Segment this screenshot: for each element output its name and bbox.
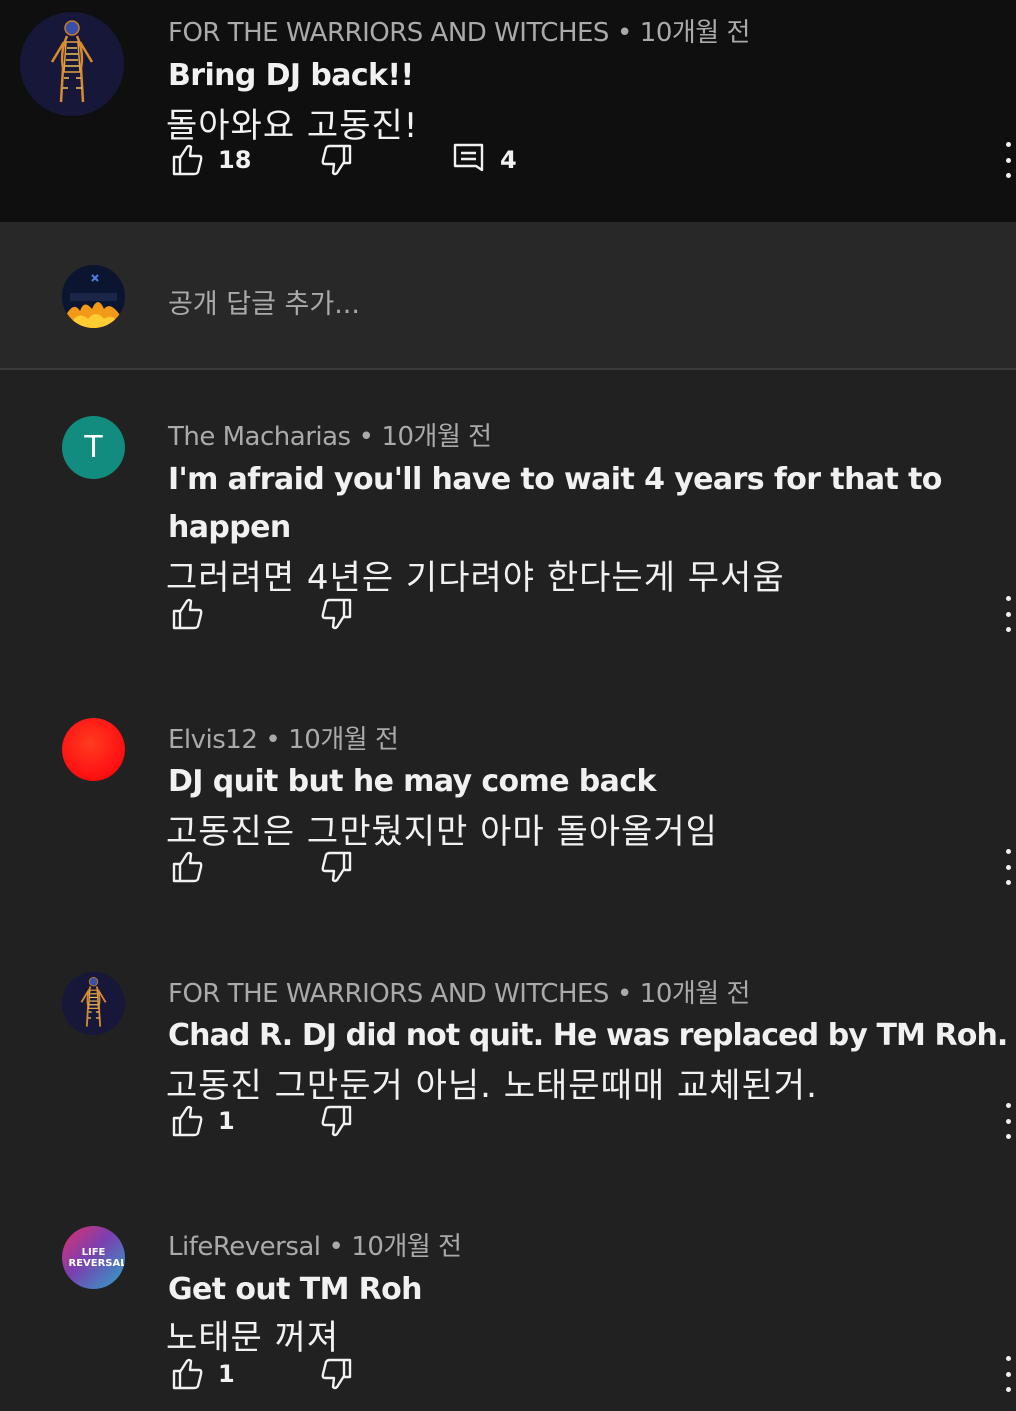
dislike-button[interactable] — [318, 849, 354, 885]
comment-text-ko: 노태문 꺼져 — [166, 1318, 340, 1358]
meta-separator: • — [616, 18, 632, 48]
comment-actions — [170, 596, 1011, 632]
comment-text-en: Chad R. DJ did not quit. He was replaced… — [168, 1018, 1008, 1053]
meta-separator: • — [265, 725, 281, 755]
author-name[interactable]: LifeReversal — [168, 1232, 321, 1262]
comment-time: 10개월 전 — [288, 725, 399, 755]
author-name[interactable]: Elvis12 — [168, 725, 258, 755]
more-options-button[interactable] — [1004, 1356, 1012, 1392]
dislike-button[interactable] — [318, 1356, 354, 1392]
thumbs-up-icon — [172, 851, 203, 883]
avatar-letter: T — [84, 430, 103, 465]
comment-text-en: Get out TM Roh — [168, 1272, 423, 1307]
thumbs-down-icon — [321, 598, 352, 630]
more-options-button[interactable] — [1004, 142, 1012, 178]
thumbs-down-icon — [321, 1358, 352, 1390]
comment-meta: LifeReversal • 10개월 전 — [168, 1226, 462, 1263]
comment-actions — [170, 849, 1011, 885]
comment-icon — [453, 143, 484, 172]
thumbs-up-icon — [172, 1105, 203, 1137]
comment-text-en: I'm afraid you'll have to wait 4 years f… — [168, 462, 942, 545]
like-button[interactable]: 1 — [170, 1356, 235, 1392]
meta-separator: • — [358, 422, 374, 452]
more-options-button[interactable] — [1004, 1103, 1012, 1139]
comment-meta: FOR THE WARRIORS AND WITCHES • 10개월 전 — [168, 12, 750, 49]
author-avatar[interactable] — [20, 12, 124, 116]
warrior-figure-avatar-icon — [20, 12, 124, 116]
thumbs-up-icon — [172, 598, 203, 630]
like-count: 18 — [218, 146, 252, 174]
comment-meta: Elvis12 • 10개월 전 — [168, 719, 399, 756]
author-avatar[interactable] — [62, 972, 125, 1035]
meta-separator: • — [616, 979, 632, 1009]
comment-text-en: DJ quit but he may come back — [168, 764, 656, 799]
meta-separator: • — [328, 1232, 344, 1262]
avatar-logo-text: LIFE REVERSAL — [68, 1246, 126, 1269]
author-avatar[interactable]: T — [62, 416, 125, 479]
comment-text-ko: 그러려면 4년은 기다려야 한다는게 무서움 — [166, 558, 785, 598]
like-button[interactable] — [170, 596, 218, 632]
comment-text-ko: 돌아와요 고동진! — [166, 106, 419, 146]
thumbs-down-icon — [321, 1105, 352, 1137]
reply-count: 4 — [500, 146, 517, 174]
comment-text-en: Bring DJ back!! — [168, 58, 414, 93]
warrior-figure-avatar-icon — [62, 972, 125, 1035]
more-options-button[interactable] — [1004, 596, 1012, 632]
thumbs-down-icon — [321, 851, 352, 883]
comment-actions: 1 — [170, 1103, 1011, 1139]
author-avatar[interactable]: LIFE REVERSAL — [62, 1226, 125, 1289]
comment-time: 10개월 전 — [639, 18, 751, 48]
comment-actions: 1 — [170, 1356, 1011, 1392]
like-button[interactable]: 18 — [170, 142, 251, 178]
current-user-avatar — [62, 265, 125, 328]
thumbs-down-icon — [321, 144, 352, 176]
thumbs-up-icon — [172, 144, 203, 176]
more-options-button[interactable] — [1004, 849, 1012, 885]
like-button[interactable] — [170, 849, 218, 885]
samsung-flame-avatar-icon — [62, 265, 125, 328]
comment-time: 10개월 전 — [381, 422, 492, 452]
author-name[interactable]: FOR THE WARRIORS AND WITCHES — [168, 18, 609, 48]
replies-button[interactable]: 4 — [452, 142, 517, 178]
like-count: 1 — [218, 1107, 235, 1135]
comment-text-ko: 고동진 그만둔거 아님. 노태문때매 교체된거. — [166, 1066, 818, 1106]
comment-actions: 18 4 — [170, 142, 1011, 178]
reply-input-bar — [0, 222, 1016, 370]
author-name[interactable]: FOR THE WARRIORS AND WITCHES — [168, 979, 609, 1009]
like-button[interactable]: 1 — [170, 1103, 235, 1139]
dislike-button[interactable] — [318, 1103, 354, 1139]
thumbs-up-icon — [172, 1358, 203, 1390]
author-name[interactable]: The Macharias — [168, 422, 351, 452]
comment-meta: The Macharias • 10개월 전 — [168, 416, 492, 453]
like-count: 1 — [218, 1360, 235, 1388]
comment-time: 10개월 전 — [639, 979, 751, 1009]
reply-input[interactable]: 공개 답글 추가... — [168, 282, 360, 321]
comment-time: 10개월 전 — [351, 1232, 462, 1262]
author-avatar[interactable] — [62, 718, 125, 781]
comment-meta: FOR THE WARRIORS AND WITCHES • 10개월 전 — [168, 973, 750, 1010]
comment-text-ko: 고동진은 그만뒀지만 아마 돌아올거임 — [166, 812, 718, 852]
parent-comment: FOR THE WARRIORS AND WITCHES • 10개월 전 Brin… — [0, 0, 1016, 222]
dislike-button[interactable] — [318, 142, 354, 178]
dislike-button[interactable] — [318, 596, 354, 632]
